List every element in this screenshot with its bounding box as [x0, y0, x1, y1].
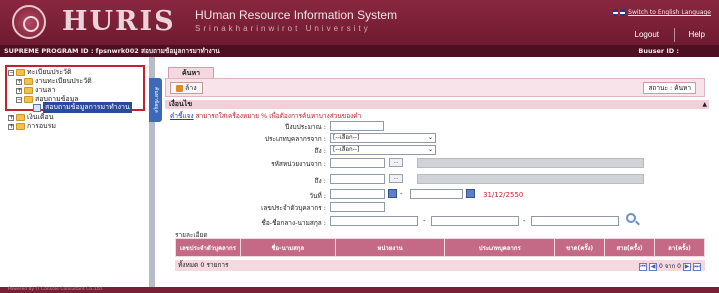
col-staff-id[interactable]: เลขประจำตัวบุคลากร — [175, 238, 241, 257]
unit-from-label: รหัสหน่วยงานจาก : — [271, 160, 326, 168]
budget-year-input[interactable] — [330, 121, 384, 131]
folder-icon — [24, 87, 33, 94]
menu-tree: − ทะเบียนประวัติ + งานทะเบียนประวัติ + ง… — [5, 65, 148, 280]
last-page-icon[interactable]: ⏭ — [693, 262, 701, 271]
col-late[interactable]: สาย(ครั้ง) — [604, 238, 656, 257]
clear-icon — [176, 84, 183, 92]
unit-from-browse-button[interactable]: ... — [389, 158, 403, 167]
page-icon — [33, 103, 41, 112]
date-to-input[interactable] — [410, 189, 463, 199]
next-page-icon[interactable]: ▶ — [683, 262, 691, 271]
name-separator: - — [523, 217, 526, 225]
pager: ⏮ ◀ 0 จาก 0 ▶ ⏭ — [639, 261, 701, 272]
footer-bar: Powered by IT Console Consultant Co.,Ltd… — [0, 287, 719, 293]
system-title: HUman Resource Information System — [195, 8, 398, 22]
header-divider — [674, 28, 675, 42]
folder-icon — [16, 69, 25, 76]
current-date: 31/12/2550 — [483, 191, 524, 199]
date-from-input[interactable] — [330, 189, 385, 199]
clear-button[interactable]: ล้าง — [170, 82, 203, 94]
name-separator: - — [423, 217, 426, 225]
toolbar: ล้าง สถานะ : ค้นหา — [165, 78, 705, 97]
search-icon[interactable] — [626, 213, 636, 223]
expand-icon[interactable]: + — [16, 78, 22, 85]
col-name[interactable]: ชื่อ-นามสกุล — [239, 238, 336, 257]
help-button[interactable]: Help — [681, 28, 713, 42]
expand-icon[interactable]: + — [16, 87, 22, 94]
tree-item-label: การอบรม — [27, 122, 56, 130]
search-hint: คำชี้แจง สามารถใส่เครื่องหมาย % เพื่อต้อ… — [170, 111, 361, 121]
collapse-icon[interactable]: − — [16, 96, 22, 103]
col-staff-type[interactable]: ประเภทบุคลากร — [444, 238, 556, 257]
col-absent[interactable]: ขาด(ครั้ง) — [554, 238, 606, 257]
system-subtitle: Srinakharinwirot University — [195, 24, 371, 33]
staff-id-label: เลขประจำตัวบุคลากร : — [261, 204, 326, 212]
brand-title: HURIS — [62, 6, 176, 37]
first-page-icon[interactable]: ⏮ — [639, 262, 648, 271]
clear-label: ล้าง — [185, 83, 197, 92]
unit-to-name — [417, 174, 644, 184]
folder-icon — [24, 78, 33, 85]
table-header-row: เลขประจำตัวบุคลากร ชื่อ-นามสกุล หน่วยงาน… — [175, 238, 705, 257]
tree-item-work-inquiry[interactable]: สอบถามข้อมูลการมาทำงาน — [33, 102, 132, 113]
folder-icon — [24, 96, 33, 103]
criteria-title: เงื่อนไข — [169, 100, 193, 108]
date-separator: - — [400, 190, 403, 198]
middle-name-input[interactable] — [431, 216, 519, 226]
tab-search[interactable]: ค้นหา — [168, 67, 214, 78]
hint-link[interactable]: คำชี้แจง — [170, 112, 194, 120]
staff-type-from-select[interactable]: [--เลือก--] ⌄ — [330, 133, 436, 143]
criteria-section-header[interactable]: เงื่อนไข ▲ — [165, 100, 709, 109]
chevron-down-icon: ⌄ — [427, 146, 433, 153]
hint-text: สามารถใส่เครื่องหมาย % เพื่อต้องการค้นหา… — [193, 112, 362, 120]
collapse-arrow-icon[interactable]: ▲ — [702, 100, 707, 109]
unit-to-browse-button[interactable]: ... — [389, 174, 403, 183]
results-table: เลขประจำตัวบุคลากร ชื่อ-นามสกุล หน่วยงาน… — [175, 238, 705, 257]
user-id: Buuser ID : — [638, 47, 679, 55]
page-status: 0 จาก 0 — [659, 263, 681, 270]
folder-icon — [16, 114, 25, 121]
first-name-input[interactable] — [330, 216, 418, 226]
logout-button[interactable]: Logout — [627, 28, 667, 42]
calendar-icon[interactable] — [466, 189, 475, 198]
sidebar-toggle-tab[interactable]: ค้นหาข้อมูล — [149, 78, 162, 122]
tree-item-training[interactable]: + การอบรม — [8, 122, 56, 131]
staff-type-to-label: ถึง : — [314, 147, 326, 155]
switch-language-link[interactable]: Switch to English Language — [613, 9, 711, 16]
col-unit[interactable]: หน่วยงาน — [334, 238, 446, 257]
program-id: SUPREME PROGRAM ID : fpsnwrk002 สอบถามข้… — [4, 47, 220, 55]
collapse-icon[interactable]: − — [8, 69, 14, 76]
expand-icon[interactable]: + — [8, 114, 14, 121]
date-label: วันที่ : — [309, 192, 326, 200]
unit-to-label: ถึง : — [314, 177, 326, 185]
folder-icon — [16, 123, 25, 130]
university-logo — [12, 5, 46, 39]
prev-page-icon[interactable]: ◀ — [649, 262, 658, 271]
program-info-bar: SUPREME PROGRAM ID : fpsnwrk002 สอบถามข้… — [0, 45, 719, 57]
uk-flag-icon — [613, 9, 626, 16]
status-indicator: สถานะ : ค้นหา — [643, 82, 696, 94]
app-header: HURIS HUman Resource Information System … — [0, 0, 719, 45]
selected-value: [--เลือก--] — [333, 134, 360, 141]
name-label: ชื่อ-ชื่อกลาง-นามสกุล : — [261, 219, 326, 227]
unit-to-input[interactable] — [330, 174, 385, 184]
unit-from-name — [417, 158, 644, 168]
results-footer: ทั้งหมด 0 รายการ ⏮ ◀ 0 จาก 0 ▶ ⏭ — [175, 260, 705, 271]
selected-value: [--เลือก--] — [333, 146, 360, 153]
col-leave[interactable]: ลา(ครั้ง) — [654, 238, 705, 257]
switch-language-label: Switch to English Language — [628, 9, 711, 16]
staff-type-from-label: ประเภทบุคลากรจาก : — [264, 135, 326, 143]
total-count: ทั้งหมด 0 รายการ — [178, 261, 229, 269]
unit-from-input[interactable] — [330, 158, 385, 168]
chevron-down-icon: ⌄ — [427, 134, 433, 141]
budget-year-label: ปีงบประมาณ : — [285, 123, 326, 131]
tree-item-label: สอบถามข้อมูลการมาทำงาน — [43, 102, 132, 113]
staff-id-input[interactable] — [330, 202, 385, 212]
staff-type-to-select[interactable]: [--เลือก--] ⌄ — [330, 145, 436, 155]
expand-icon[interactable]: + — [8, 123, 14, 130]
last-name-input[interactable] — [531, 216, 619, 226]
calendar-icon[interactable] — [388, 189, 397, 198]
